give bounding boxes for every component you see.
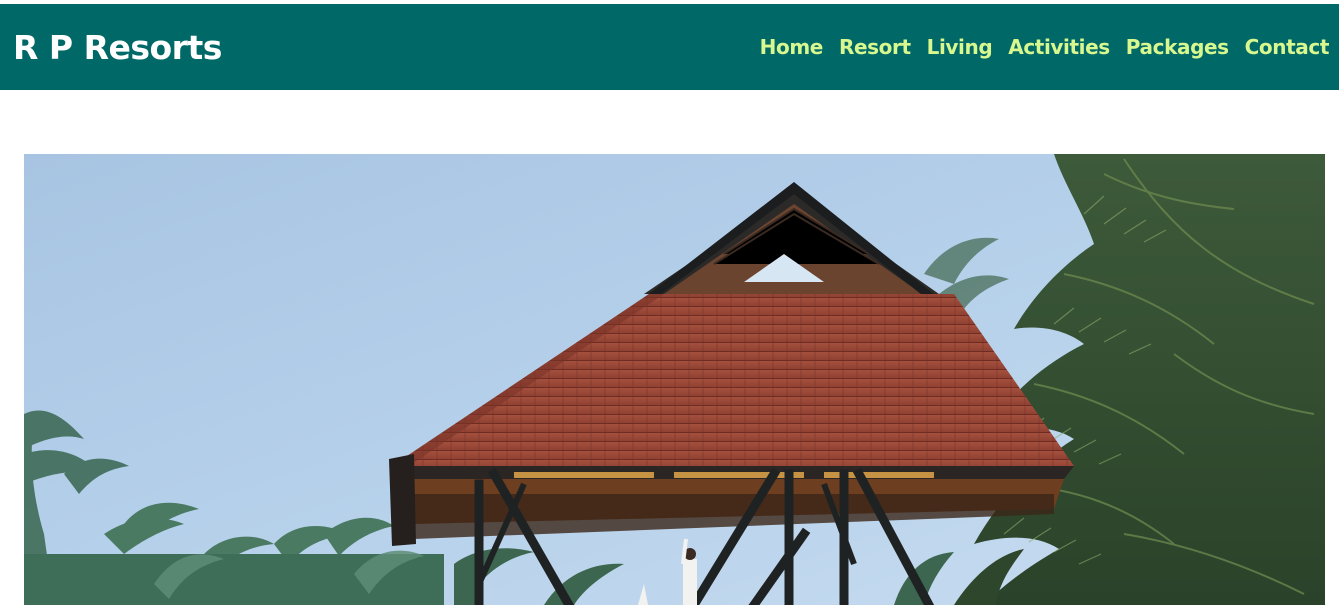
- nav-activities-link[interactable]: Activities: [1008, 35, 1110, 59]
- site-header: R P Resorts Home Resort Living Activitie…: [0, 4, 1339, 90]
- nav-packages-link[interactable]: Packages: [1126, 35, 1229, 59]
- nav-living-link[interactable]: Living: [927, 35, 993, 59]
- site-logo[interactable]: R P Resorts: [13, 28, 222, 67]
- main-nav: Home Resort Living Activities Packages C…: [760, 35, 1330, 59]
- nav-home-link[interactable]: Home: [760, 35, 824, 59]
- nav-resort-link[interactable]: Resort: [839, 35, 911, 59]
- hero-image: [24, 154, 1325, 605]
- hero-photo-illustration: [24, 154, 1325, 605]
- nav-contact-link[interactable]: Contact: [1245, 35, 1330, 59]
